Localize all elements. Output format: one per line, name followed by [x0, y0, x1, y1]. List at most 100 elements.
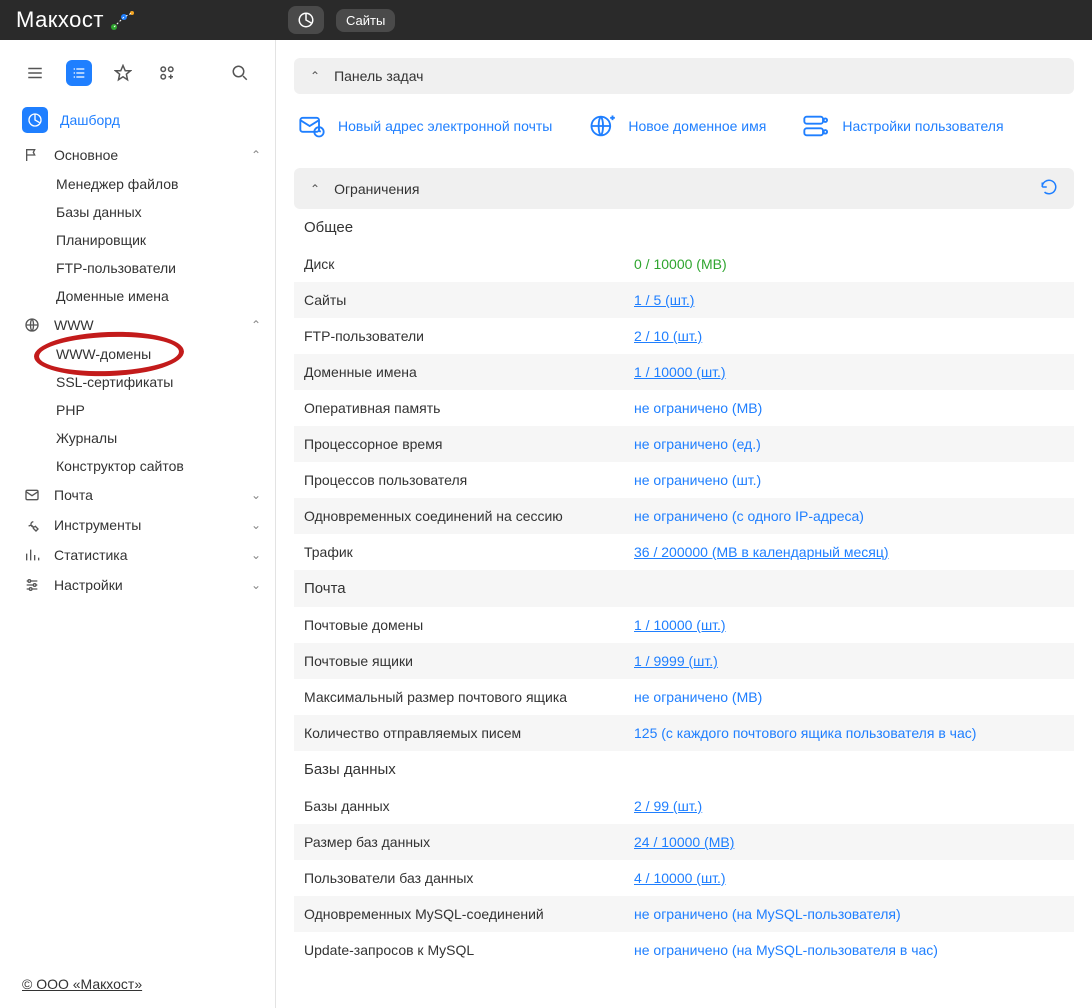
limit-value: не ограничено (ед.) — [634, 436, 761, 452]
sidebar-item-label: WWW — [54, 317, 94, 333]
limit-label: Доменные имена — [304, 364, 634, 380]
panel-limits-header[interactable]: ⌃ Ограничения — [294, 168, 1074, 209]
limit-row: Почтовые домены 1 / 10000 (шт.) — [294, 607, 1074, 643]
sidebar-item-dashboard[interactable]: Дашборд — [0, 100, 275, 140]
limit-label: Трафик — [304, 544, 634, 560]
sites-tab[interactable]: Сайты — [336, 9, 395, 32]
action-new-email[interactable]: Новый адрес электронной почты — [298, 112, 552, 140]
limit-row: Максимальный размер почтового ящика не о… — [294, 679, 1074, 715]
sidebar-item-mail[interactable]: Почта ⌄ — [0, 480, 275, 510]
limit-label: FTP-пользователи — [304, 328, 634, 344]
limit-value[interactable]: 1 / 5 (шт.) — [634, 292, 694, 308]
limit-label: Максимальный размер почтового ящика — [304, 689, 634, 705]
limit-value: не ограничено (шт.) — [634, 472, 761, 488]
quick-actions: Новый адрес электронной почты Новое доме… — [294, 94, 1074, 168]
sidebar-sub-builder[interactable]: Конструктор сайтов — [0, 452, 275, 480]
chevron-down-icon: ⌄ — [251, 518, 261, 532]
sidebar: Дашборд Основное ⌃ Менеджер файлов Базы … — [0, 40, 276, 1008]
limit-label: Количество отправляемых писем — [304, 725, 634, 741]
sidebar-item-settings[interactable]: Настройки ⌄ — [0, 570, 275, 600]
limit-row: Одновременных MySQL-соединений не ограни… — [294, 896, 1074, 932]
sites-tab-label: Сайты — [346, 13, 385, 28]
list-icon[interactable] — [66, 60, 92, 86]
sidebar-sub-domains[interactable]: Доменные имена — [0, 282, 275, 310]
limit-label: Процессорное время — [304, 436, 634, 452]
section-db: Базы данных — [294, 751, 1074, 788]
sidebar-sub-wwwdomains[interactable]: WWW-домены — [0, 340, 275, 368]
sidebar-item-label: Основное — [54, 147, 118, 163]
limit-row: Процессов пользователя не ограничено (шт… — [294, 462, 1074, 498]
dashboard-pill[interactable] — [288, 6, 324, 34]
limit-value[interactable]: 4 / 10000 (шт.) — [634, 870, 726, 886]
sidebar-item-label: Почта — [54, 487, 93, 503]
chevron-up-icon: ⌃ — [251, 148, 261, 162]
limit-label: Одновременных соединений на сессию — [304, 508, 634, 524]
action-label: Новый адрес электронной почты — [338, 118, 552, 134]
limit-row: Количество отправляемых писем 125 (с каж… — [294, 715, 1074, 751]
limit-row: Оперативная память не ограничено (MB) — [294, 390, 1074, 426]
limit-row: Одновременных соединений на сессию не ог… — [294, 498, 1074, 534]
wrench-icon — [22, 517, 42, 533]
sidebar-sub-logs[interactable]: Журналы — [0, 424, 275, 452]
globe-icon — [22, 317, 42, 333]
sidebar-item-label: Инструменты — [54, 517, 141, 533]
sidebar-item-basic[interactable]: Основное ⌃ — [0, 140, 275, 170]
sidebar-sub-files[interactable]: Менеджер файлов — [0, 170, 275, 198]
mail-icon — [22, 487, 42, 503]
limit-value[interactable]: 36 / 200000 (MB в календарный месяц) — [634, 544, 889, 560]
limit-label: Диск — [304, 256, 634, 272]
user-settings-icon — [802, 112, 830, 140]
chevron-down-icon: ⌄ — [251, 548, 261, 562]
limit-label: Update-запросов к MySQL — [304, 942, 634, 958]
limit-label: Размер баз данных — [304, 834, 634, 850]
sidebar-item-stats[interactable]: Статистика ⌄ — [0, 540, 275, 570]
limit-row: Диск 0 / 10000 (MB) — [294, 246, 1074, 282]
sidebar-sub-ssl[interactable]: SSL-сертификаты — [0, 368, 275, 396]
limit-row: Почтовые ящики 1 / 9999 (шт.) — [294, 643, 1074, 679]
sidebar-sub-php[interactable]: PHP — [0, 396, 275, 424]
chevron-up-icon: ⌃ — [251, 318, 261, 332]
sidebar-item-label: Статистика — [54, 547, 128, 563]
action-user-settings[interactable]: Настройки пользователя — [802, 112, 1003, 140]
sidebar-sub-db[interactable]: Базы данных — [0, 198, 275, 226]
limit-label: Почтовые домены — [304, 617, 634, 633]
footer-copyright[interactable]: © ООО «Макхост» — [22, 976, 142, 992]
limit-value[interactable]: 1 / 10000 (шт.) — [634, 617, 726, 633]
limit-value: не ограничено (MB) — [634, 689, 762, 705]
star-icon[interactable] — [110, 60, 136, 86]
limit-row: Пользователи баз данных 4 / 10000 (шт.) — [294, 860, 1074, 896]
limit-value[interactable]: 2 / 99 (шт.) — [634, 798, 702, 814]
search-icon[interactable] — [227, 60, 253, 86]
pie-icon — [22, 107, 48, 133]
limit-row: Размер баз данных 24 / 10000 (MB) — [294, 824, 1074, 860]
limit-label: Процессов пользователя — [304, 472, 634, 488]
sidebar-sub-ftp[interactable]: FTP-пользователи — [0, 254, 275, 282]
sidebar-item-tools[interactable]: Инструменты ⌄ — [0, 510, 275, 540]
brand-logo[interactable]: Макхост — [16, 7, 276, 33]
topbar: Макхост Сайты — [0, 0, 1092, 40]
limit-value: не ограничено (на MySQL-пользователя в ч… — [634, 942, 938, 958]
limit-row: Update-запросов к MySQL не ограничено (н… — [294, 932, 1074, 968]
menu-icon[interactable] — [22, 60, 48, 86]
limit-value[interactable]: 24 / 10000 (MB) — [634, 834, 734, 850]
limit-value[interactable]: 2 / 10 (шт.) — [634, 328, 702, 344]
limit-label: Одновременных MySQL-соединений — [304, 906, 634, 922]
main-content: ⌃ Панель задач Новый адрес электронной п… — [276, 40, 1092, 1008]
limit-row: Трафик 36 / 200000 (MB в календарный мес… — [294, 534, 1074, 570]
pie-icon — [296, 10, 316, 30]
chevron-down-icon: ⌄ — [251, 488, 261, 502]
action-new-domain[interactable]: Новое доменное имя — [588, 112, 766, 140]
refresh-icon[interactable] — [1040, 178, 1058, 199]
bars-icon — [22, 547, 42, 563]
limit-value[interactable]: 1 / 10000 (шт.) — [634, 364, 726, 380]
limit-value: не ограничено (на MySQL-пользователя) — [634, 906, 901, 922]
sidebar-item-www[interactable]: WWW ⌃ — [0, 310, 275, 340]
limit-value: 125 (с каждого почтового ящика пользоват… — [634, 725, 976, 741]
chevron-up-icon: ⌃ — [310, 182, 320, 196]
sidebar-sub-scheduler[interactable]: Планировщик — [0, 226, 275, 254]
limit-value[interactable]: 1 / 9999 (шт.) — [634, 653, 718, 669]
chevron-up-icon: ⌃ — [310, 69, 320, 83]
apps-icon[interactable] — [154, 60, 180, 86]
action-label: Настройки пользователя — [842, 118, 1003, 134]
panel-tasks-header[interactable]: ⌃ Панель задач — [294, 58, 1074, 94]
